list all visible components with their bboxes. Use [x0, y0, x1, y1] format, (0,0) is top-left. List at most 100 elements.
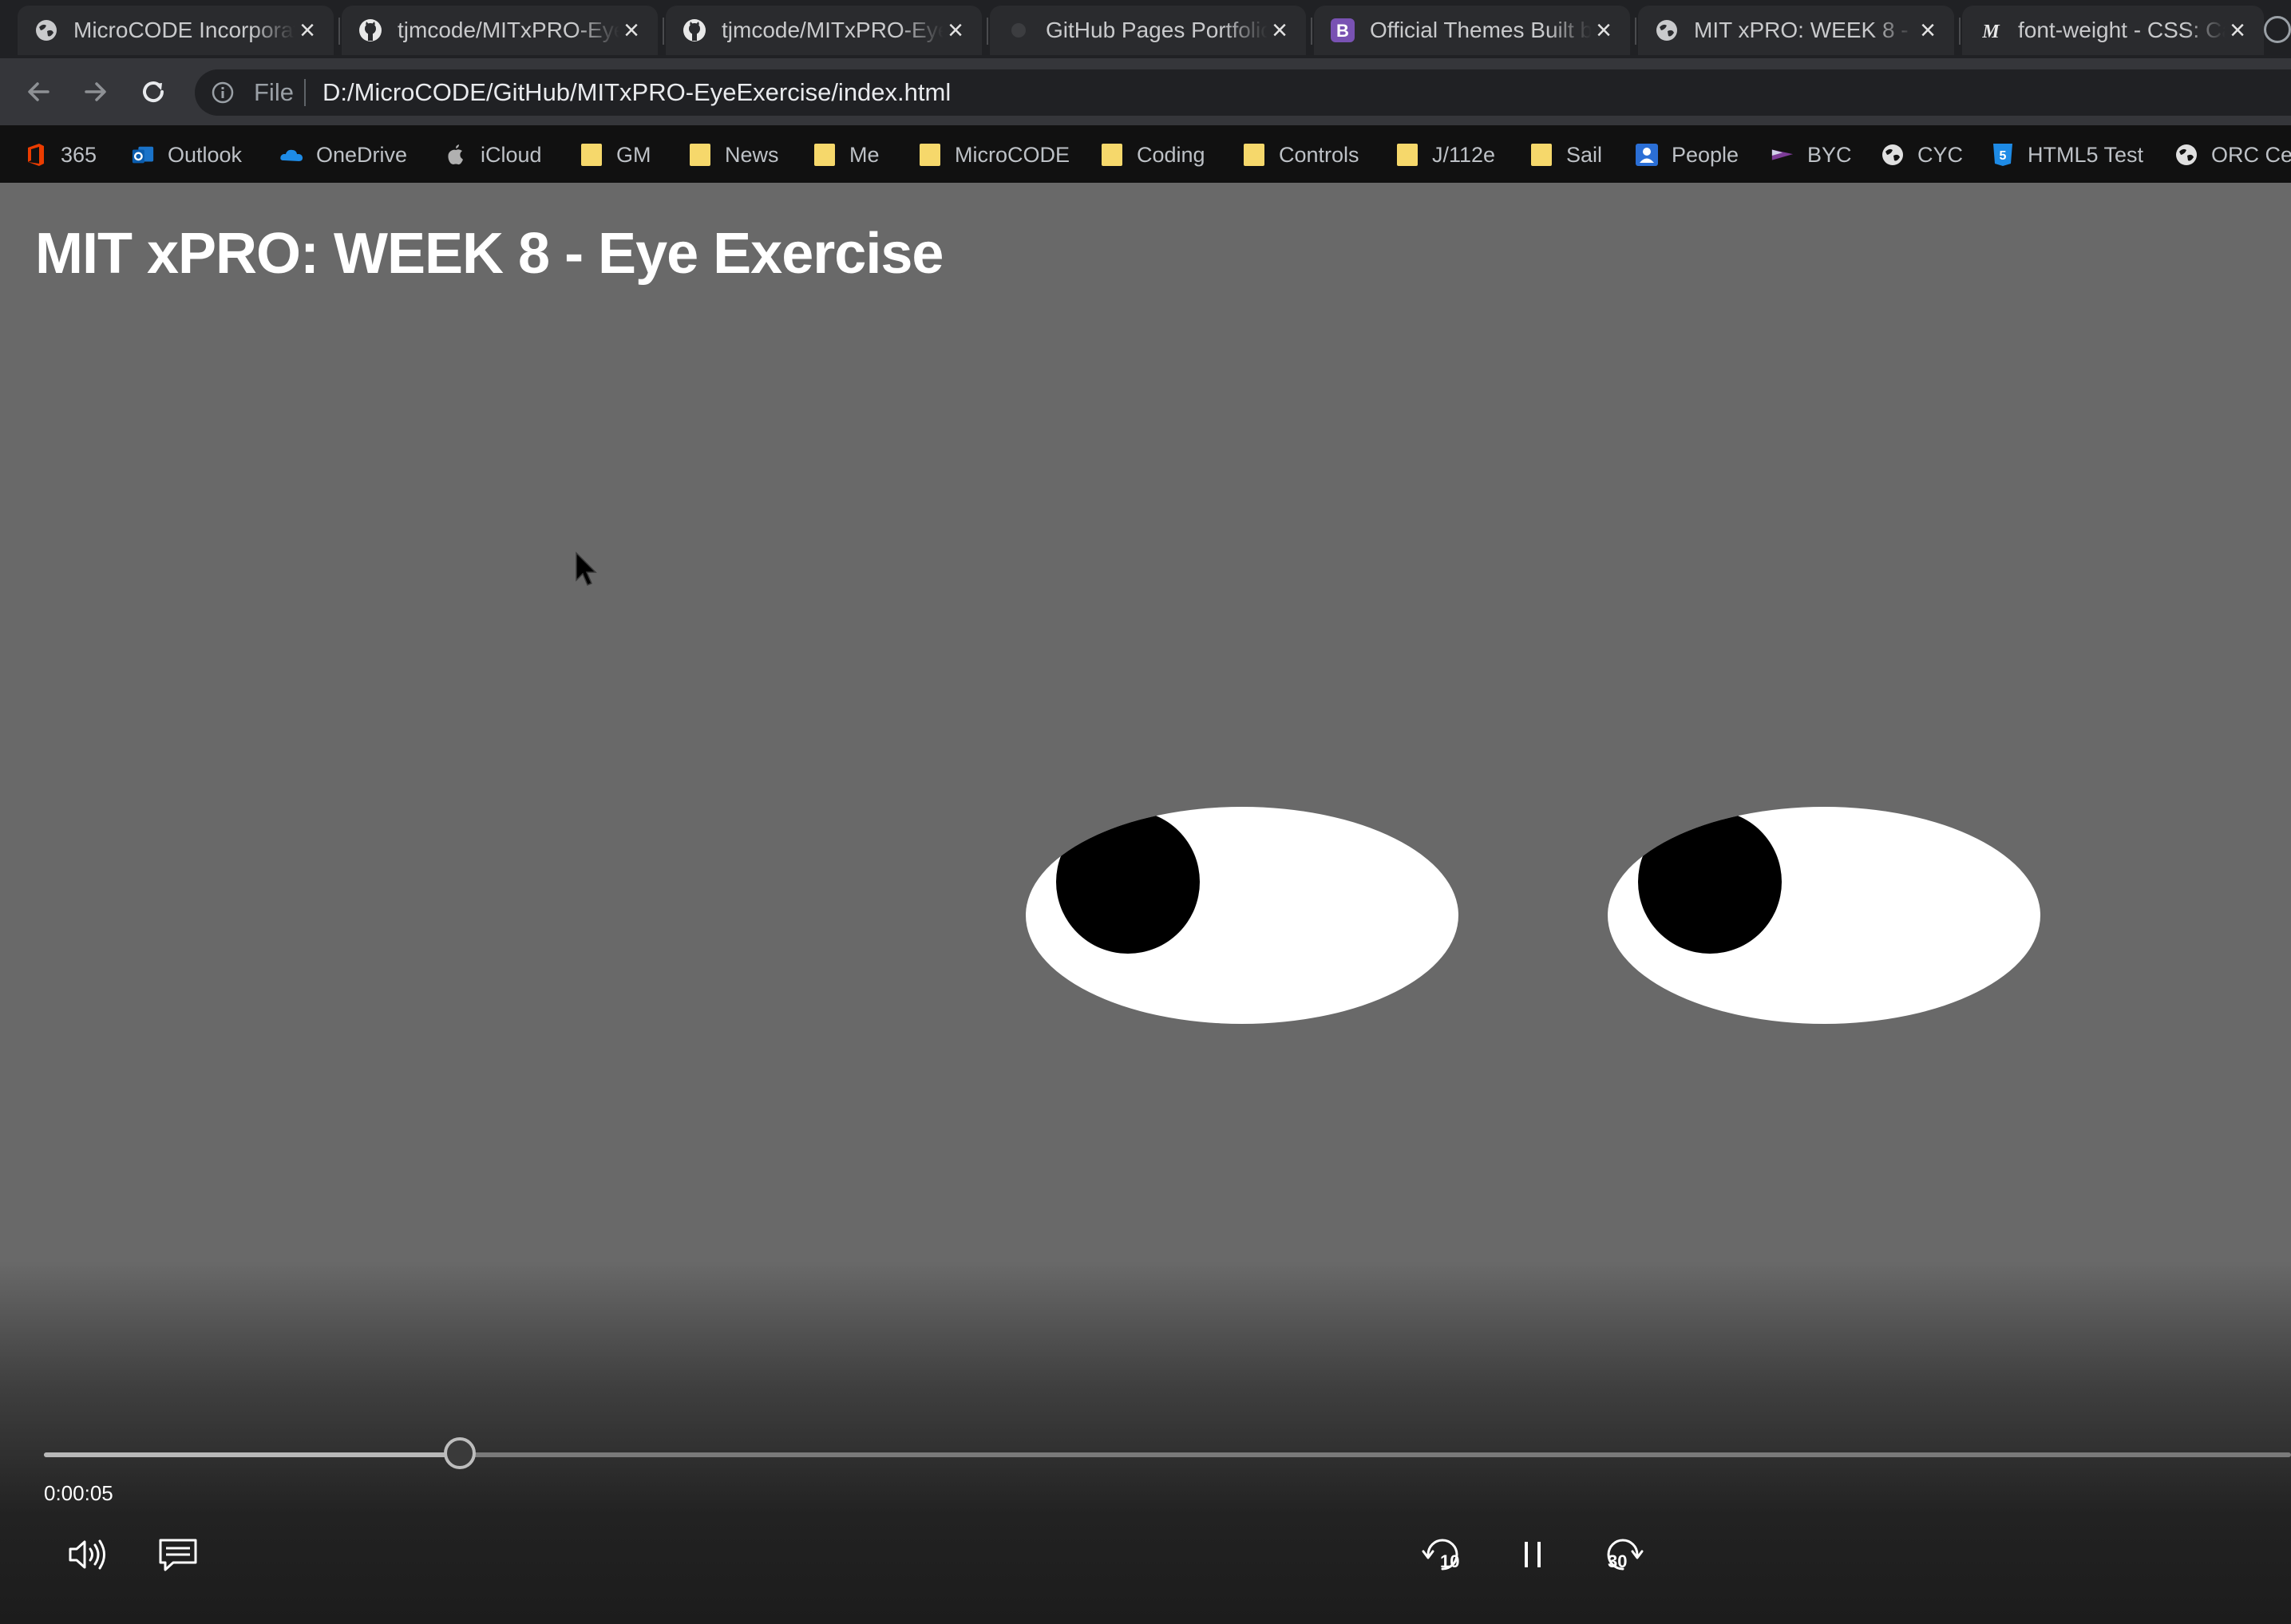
bookmark-label: GM: [616, 142, 651, 167]
close-icon[interactable]: ×: [1268, 17, 1292, 44]
tab[interactable]: tjmcode/MITxPRO-EyeExercise ×: [666, 6, 982, 55]
browser-toolbar: File D:/MicroCODE/GitHub/MITxPRO-EyeExer…: [0, 58, 2291, 125]
left-eye: [1026, 807, 1458, 1024]
bookmark-onedrive[interactable]: OneDrive: [279, 140, 407, 170]
tab-title: GitHub Pages Portfolio: [1046, 18, 1268, 42]
bookmark-folder-microcode[interactable]: MicroCODE: [918, 140, 1070, 170]
volume-icon: [69, 1539, 105, 1570]
bookmark-folder-me[interactable]: Me: [813, 140, 880, 170]
seek-bar-progress: [44, 1452, 460, 1457]
tab-strip: MicroCODE Incorporated × tjmcode/MITxPRO…: [0, 0, 2291, 58]
bookmark-label: News: [725, 142, 779, 167]
close-icon[interactable]: ×: [944, 17, 967, 44]
tab[interactable]: M font-weight - CSS: Cascading Style She…: [1962, 6, 2264, 55]
folder-icon: [813, 143, 837, 167]
close-icon[interactable]: ×: [1916, 17, 1940, 44]
bookmark-label: MicroCODE: [955, 142, 1070, 167]
folder-icon: [1529, 143, 1553, 167]
seek-handle[interactable]: [443, 1437, 476, 1469]
bookmark-people[interactable]: People: [1635, 140, 1739, 170]
arrow-right-icon: [85, 82, 106, 101]
apple-icon: [444, 143, 468, 167]
close-icon[interactable]: ×: [619, 17, 643, 44]
volume-button[interactable]: [64, 1532, 112, 1577]
forward-button[interactable]: 30: [1599, 1532, 1647, 1577]
forward-button[interactable]: [78, 74, 113, 109]
globe-icon: [2174, 143, 2198, 167]
bookmark-folder-sail[interactable]: Sail: [1529, 140, 1602, 170]
bookmark-365[interactable]: 365: [24, 140, 97, 170]
svg-text:5: 5: [2000, 149, 2007, 163]
onedrive-icon: [279, 143, 303, 167]
mdn-icon: M: [1978, 18, 2004, 43]
bookmark-folder-controls[interactable]: Controls: [1242, 140, 1359, 170]
right-pupil: [1638, 810, 1782, 954]
pause-button[interactable]: [1509, 1532, 1557, 1577]
player-gradient: [0, 1261, 2291, 1624]
address-divider: [304, 79, 306, 106]
folder-icon: [1242, 143, 1266, 167]
bookmarks-bar: 365 Outlook OneDrive iCloud GM News Me M…: [0, 125, 2291, 183]
bookmark-label: iCloud: [481, 142, 542, 167]
captions-button[interactable]: [154, 1532, 202, 1577]
profile-avatar-icon[interactable]: [2264, 16, 2291, 43]
seek-bar[interactable]: [44, 1452, 2291, 1457]
close-icon[interactable]: ×: [2226, 17, 2249, 44]
github-icon: [682, 18, 707, 43]
tab-title: tjmcode/MITxPRO-EyeExercise: [398, 18, 619, 42]
outlook-icon: [131, 143, 155, 167]
address-bar[interactable]: File D:/MicroCODE/GitHub/MITxPRO-EyeExer…: [195, 69, 2291, 116]
bookmark-label: Coding: [1137, 142, 1205, 167]
flag-icon: [1771, 143, 1794, 167]
rewind-seconds: 10: [1440, 1551, 1460, 1571]
forward-seconds: 30: [1608, 1551, 1628, 1571]
left-pupil: [1056, 810, 1200, 954]
tab[interactable]: tjmcode/MITxPRO-EyeExercise ×: [342, 6, 658, 55]
bookmark-byc[interactable]: BYC: [1771, 140, 1852, 170]
tab-separator: [338, 18, 340, 45]
bookmark-folder-j112e[interactable]: J/112e: [1395, 140, 1495, 170]
url-text[interactable]: D:/MicroCODE/GitHub/MITxPRO-EyeExercise/…: [322, 78, 951, 107]
github-pages-icon: [1006, 18, 1031, 43]
folder-icon: [918, 143, 942, 167]
bookmark-label: BYC: [1807, 142, 1852, 167]
reload-button[interactable]: [136, 74, 171, 109]
bookmark-label: Controls: [1279, 142, 1359, 167]
screen-recording: MicroCODE Incorporated × tjmcode/MITxPRO…: [0, 0, 2291, 1624]
captions-icon: [159, 1539, 197, 1571]
tab-separator: [987, 18, 988, 45]
github-icon: [358, 18, 383, 43]
tab[interactable]: MIT xPRO: WEEK 8 - Eye Exercise ×: [1638, 6, 1954, 55]
scheme-label: File: [254, 78, 294, 106]
tab-separator: [663, 18, 664, 45]
bookmark-outlook[interactable]: Outlook: [131, 140, 242, 170]
people-icon: [1635, 143, 1659, 167]
globe-icon: [1654, 18, 1680, 43]
bookmark-folder-news[interactable]: News: [688, 140, 779, 170]
tab[interactable]: GitHub Pages Portfolio ×: [990, 6, 1306, 55]
svg-text:B: B: [1336, 21, 1349, 41]
tab-title: tjmcode/MITxPRO-EyeExercise: [722, 18, 944, 42]
close-icon[interactable]: ×: [295, 17, 319, 44]
globe-icon: [34, 18, 59, 43]
bookmark-folder-gm[interactable]: GM: [580, 140, 651, 170]
bookmark-label: HTML5 Test: [2028, 142, 2144, 167]
info-icon[interactable]: [211, 81, 235, 105]
bookmark-orc[interactable]: ORC Ce: [2174, 140, 2291, 170]
tab[interactable]: B Official Themes Built by Bootstrap ×: [1314, 6, 1630, 55]
back-button[interactable]: [21, 74, 56, 109]
bookmark-html5-test[interactable]: 5 HTML5 Test: [1991, 140, 2143, 170]
tab-title: font-weight - CSS: Cascading Style Sheet…: [2018, 18, 2226, 42]
bookmark-label: J/112e: [1432, 142, 1496, 167]
bookmark-folder-coding[interactable]: Coding: [1100, 140, 1205, 170]
bookmark-icloud[interactable]: iCloud: [444, 140, 542, 170]
right-eye: [1608, 807, 2040, 1024]
close-icon[interactable]: ×: [1592, 17, 1616, 44]
tab-separator: [1959, 18, 1961, 45]
globe-icon: [1881, 143, 1905, 167]
rewind-button[interactable]: 10: [1419, 1532, 1466, 1577]
folder-icon: [1100, 143, 1124, 167]
bookmark-cyc[interactable]: CYC: [1881, 140, 1963, 170]
bookmark-label: OneDrive: [316, 142, 408, 167]
tab[interactable]: MicroCODE Incorporated ×: [18, 6, 334, 55]
